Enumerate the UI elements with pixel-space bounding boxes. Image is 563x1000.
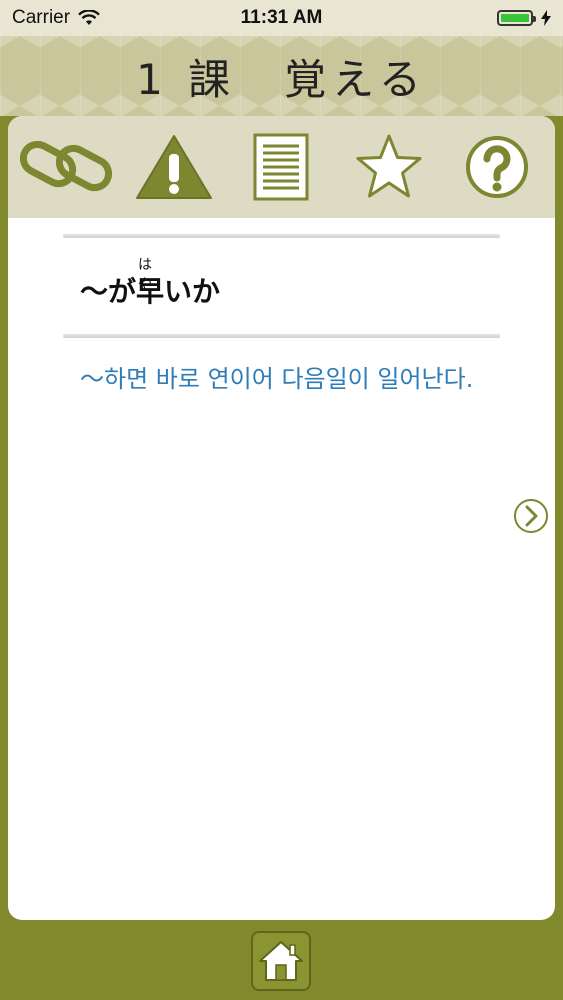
- status-right: [497, 10, 551, 26]
- page-title: 1 課 覚える: [136, 54, 427, 104]
- next-button[interactable]: [513, 498, 549, 534]
- carrier-label: Carrier: [12, 7, 71, 28]
- chevron-right-icon: [514, 499, 548, 533]
- link-chain-icon: [19, 140, 112, 192]
- status-bar: Carrier 11:31 AM: [0, 0, 563, 36]
- wifi-icon: [78, 10, 100, 25]
- tool-warning[interactable]: [124, 127, 224, 207]
- tool-list[interactable]: [231, 127, 331, 207]
- content-card: はや 〜が早いか ～하면 바로 연이어 다음일이 일어난다.: [8, 116, 555, 920]
- toolbar: [8, 116, 555, 218]
- term-text: 〜が早いか: [80, 275, 221, 308]
- tool-link[interactable]: [16, 127, 116, 207]
- divider-top: [63, 234, 500, 238]
- star-icon: [356, 134, 422, 198]
- home-icon: [259, 941, 303, 981]
- meaning-text: ～하면 바로 연이어 다음일이 일어난다.: [80, 365, 474, 393]
- list-document-icon: [253, 133, 309, 201]
- battery-icon: [497, 10, 536, 26]
- help-icon: [466, 136, 529, 198]
- divider-bottom: [63, 334, 500, 338]
- tool-help[interactable]: [447, 127, 547, 207]
- tool-favorite[interactable]: [339, 127, 439, 207]
- warning-icon: [135, 135, 212, 199]
- title-bar: 1 課 覚える: [0, 36, 563, 116]
- charging-bolt-icon: [541, 10, 551, 26]
- home-button[interactable]: [251, 931, 311, 991]
- status-left: Carrier: [12, 7, 100, 29]
